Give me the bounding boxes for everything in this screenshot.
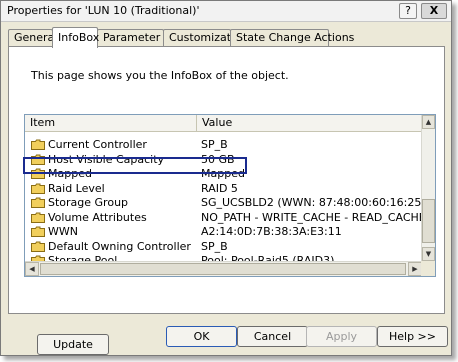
row-item-cell: Host Visible Capacity: [31, 153, 164, 167]
cancel-button[interactable]: Cancel: [237, 326, 308, 347]
row-item-cell: Mapped: [31, 167, 92, 181]
item-label: Default Owning Controller: [48, 239, 191, 253]
tab-infobox[interactable]: InfoBox: [52, 27, 99, 48]
title-bar: Properties for 'LUN 10 (Traditional)' ? …: [1, 1, 451, 22]
item-value: SP_B: [201, 239, 228, 253]
item-label: Storage Group: [48, 196, 129, 209]
vertical-scrollbar[interactable]: ▲ ▼: [421, 115, 435, 261]
folder-icon: [31, 183, 45, 194]
infobox-list: Item Value Current Controller SP_B Host …: [24, 114, 436, 277]
help-title-button[interactable]: ?: [399, 3, 417, 19]
scroll-up-arrow-icon[interactable]: ▲: [422, 115, 435, 129]
item-value: SG_UCSBLD2 (WWN: 87:48:00:60:16:25:c9:d7…: [201, 196, 436, 209]
scrollbar-corner: [421, 261, 435, 276]
item-label: Raid Level: [48, 181, 105, 195]
horizontal-scrollbar[interactable]: ◀ ▶: [25, 261, 422, 276]
help-button[interactable]: Help >>: [377, 326, 448, 347]
row-item-cell: Raid Level: [31, 182, 105, 196]
list-header: Item Value: [25, 115, 422, 132]
row-item-cell: Current Controller: [31, 138, 147, 152]
list-row[interactable]: Host Visible Capacity 50 GB: [25, 153, 422, 168]
infobox-panel: This page shows you the InfoBox of the o…: [8, 46, 445, 355]
list-row[interactable]: Default Owning Controller SP_B: [25, 240, 422, 255]
folder-icon: [31, 212, 45, 223]
apply-button[interactable]: Apply: [306, 326, 377, 347]
list-row[interactable]: WWN A2:14:0D:7B:38:3A:E3:11: [25, 225, 422, 240]
scroll-down-arrow-icon[interactable]: ▼: [422, 247, 435, 261]
list-row[interactable]: Mapped Mapped: [25, 167, 422, 182]
panel-description: This page shows you the InfoBox of the o…: [31, 69, 289, 82]
row-item-cell: WWN: [31, 225, 78, 239]
item-label: WWN: [48, 225, 78, 238]
item-value: A2:14:0D:7B:38:3A:E3:11: [201, 225, 342, 238]
row-item-cell: Default Owning Controller: [31, 240, 191, 254]
item-value: NO_PATH - WRITE_CACHE - READ_CACHE: [201, 210, 426, 224]
row-item-cell: Volume Attributes: [31, 211, 147, 225]
folder-icon: [31, 197, 45, 208]
item-label: Host Visible Capacity: [48, 152, 165, 166]
folder-icon: [31, 154, 45, 165]
item-value: Mapped: [201, 167, 245, 180]
properties-dialog: Properties for 'LUN 10 (Traditional)' ? …: [0, 0, 452, 356]
horizontal-scroll-thumb[interactable]: [40, 263, 406, 275]
list-rows: Current Controller SP_B Host Visible Cap…: [25, 138, 435, 269]
folder-icon: [31, 226, 45, 237]
item-label: Current Controller: [48, 138, 147, 151]
ok-button[interactable]: OK: [166, 326, 237, 347]
tab-general[interactable]: General: [8, 29, 57, 46]
folder-icon: [31, 168, 45, 179]
tab-customization[interactable]: Customization: [163, 29, 248, 46]
list-row[interactable]: Current Controller SP_B: [25, 138, 422, 153]
item-label: Volume Attributes: [48, 210, 147, 224]
folder-icon: [31, 241, 45, 252]
update-button[interactable]: Update: [37, 334, 109, 355]
tab-parameter-list[interactable]: Parameter List: [97, 29, 183, 46]
tab-state-change-actions[interactable]: State Change Actions: [230, 29, 354, 46]
item-value: SP_B: [201, 138, 228, 151]
list-row[interactable]: Raid Level RAID 5: [25, 182, 422, 197]
item-value: RAID 5: [201, 181, 238, 195]
item-value: 50 GB: [201, 152, 235, 166]
list-row[interactable]: Storage Group SG_UCSBLD2 (WWN: 87:48:00:…: [25, 196, 435, 211]
item-label: Mapped: [48, 167, 92, 180]
scroll-left-arrow-icon[interactable]: ◀: [25, 262, 39, 276]
row-item-cell: Storage Group: [31, 196, 128, 210]
scroll-right-arrow-icon[interactable]: ▶: [408, 262, 422, 276]
vertical-scroll-thumb[interactable]: [422, 199, 435, 243]
column-header-item[interactable]: Item: [25, 115, 197, 131]
list-row[interactable]: Volume Attributes NO_PATH - WRITE_CACHE …: [25, 211, 426, 226]
window-title: Properties for 'LUN 10 (Traditional)': [7, 4, 200, 17]
folder-icon: [31, 139, 45, 150]
column-header-value[interactable]: Value: [197, 115, 422, 131]
close-button[interactable]: X: [421, 3, 447, 19]
